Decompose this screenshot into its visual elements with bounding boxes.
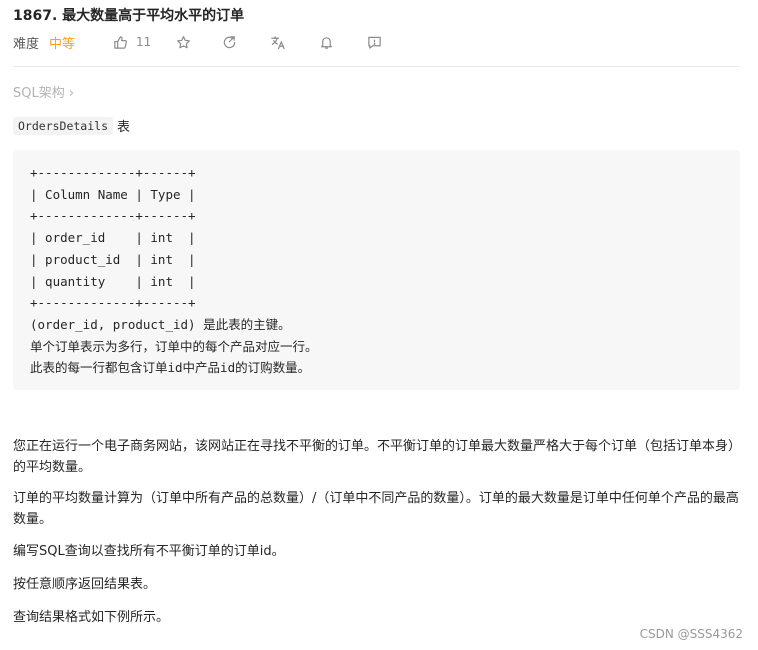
bell-icon (321, 36, 333, 49)
table-intro: OrdersDetails 表 (13, 116, 130, 135)
problem-meta-bar: 难度 中等 11 (13, 32, 382, 52)
translate-icon (271, 35, 286, 49)
watermark: CSDN @SSS4362 (639, 627, 743, 641)
schema-text: +-------------+------+ | Column Name | T… (30, 165, 318, 376)
like-count: 11 (136, 35, 152, 49)
share-button[interactable] (222, 35, 237, 50)
table-name-suffix: 表 (117, 120, 131, 135)
description-paragraph: 按任意顺序返回结果表。 (13, 577, 157, 592)
share-icon (224, 35, 236, 48)
problem-title: 1867. 最大数量高于平均水平的订单 (13, 8, 245, 24)
description-paragraph: 订单的平均数量计算为（订单中所有产品的总数量）/（订单中不同产品的数量）。订单的… (13, 491, 739, 527)
description-paragraph: 查询结果格式如下例所示。 (13, 610, 170, 625)
table-name-code: OrdersDetails (13, 116, 114, 135)
feedback-button[interactable] (367, 35, 382, 50)
translate-button[interactable] (270, 35, 286, 50)
description-paragraph: 编写SQL查询以查找所有不平衡订单的订单id。 (13, 544, 285, 559)
difficulty-badge: 中等 (49, 36, 76, 52)
difficulty-label: 难度 (13, 36, 40, 52)
comment-icon (368, 36, 382, 49)
subscribe-button[interactable] (319, 35, 334, 50)
topic-tag-link[interactable]: SQL架构 › (13, 82, 74, 101)
header-divider (13, 66, 740, 67)
schema-code-block: +-------------+------+ | Column Name | T… (13, 150, 740, 390)
thumbs-up-icon (114, 35, 127, 49)
favorite-button[interactable] (176, 35, 191, 50)
like-button[interactable]: 11 (113, 35, 151, 50)
description-paragraph: 您正在运行一个电子商务网站，该网站正在寻找不平衡的订单。不平衡订单的订单最大数量… (13, 439, 742, 475)
star-icon (177, 35, 191, 48)
